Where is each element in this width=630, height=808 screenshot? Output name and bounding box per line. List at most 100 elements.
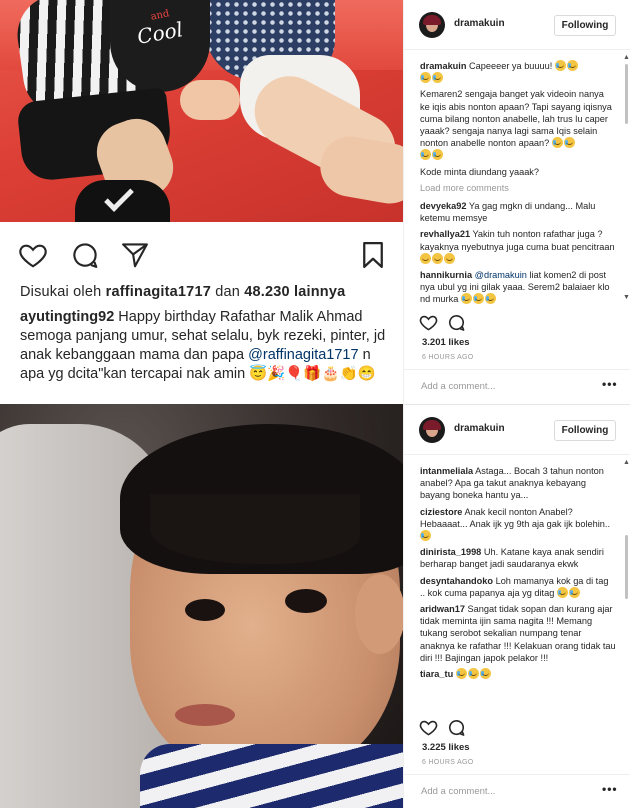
scroll-up-arrow-icon[interactable]: ▲ (623, 459, 630, 466)
comment-username[interactable]: intanmeliala (420, 466, 473, 476)
mouth-shape (175, 704, 235, 726)
comment-text: Kemaren2 sengaja banget yak videoin nany… (420, 89, 612, 149)
ear-shape (355, 574, 403, 654)
likes-count[interactable]: 3.201 likes (422, 337, 470, 348)
more-options-icon[interactable]: ••• (602, 377, 618, 391)
list-item: tiara_tu (420, 668, 616, 680)
striped-shirt-shape (140, 744, 403, 808)
liked-count-link[interactable]: 48.230 lainnya (244, 284, 345, 300)
comment-mention[interactable]: @dramakuin (475, 270, 527, 280)
post-time: 6 HOURS AGO (422, 759, 474, 766)
heart-icon[interactable] (419, 718, 438, 737)
panel-username[interactable]: dramakuin (454, 423, 505, 434)
comment-list[interactable]: dramakuin Capeeeer ya buuuu! Kemaren2 se… (420, 60, 616, 310)
heart-icon[interactable] (18, 240, 48, 270)
comments-panel-bottom: dramakuin Following intanmeliala Astaga.… (403, 404, 630, 808)
scroll-down-arrow-icon[interactable]: ▼ (623, 294, 630, 301)
load-more-comments-link[interactable]: Load more comments (420, 182, 616, 194)
likes-count[interactable]: 3.225 likes (422, 742, 470, 753)
comment-text: Kode minta diundang yaaak? (420, 166, 540, 177)
comment-username[interactable]: hannikurnia (420, 270, 472, 280)
panel-action-bar (419, 718, 619, 738)
fringe-shape (150, 494, 360, 564)
comments-panel-top: dramakuin Following dramakuin Capeeeer y… (403, 0, 630, 404)
post-photo-bottom (0, 404, 403, 808)
comment-list[interactable]: intanmeliala Astaga... Bocah 3 tahun non… (420, 465, 616, 684)
grin-emoji-icon (444, 252, 455, 264)
crying-laugh-emoji-icon (432, 149, 443, 161)
crying-laugh-emoji-icon (420, 530, 431, 542)
hand-shape (180, 80, 240, 120)
comment-icon[interactable] (70, 240, 100, 270)
caption-mention[interactable]: @raffinagita1717 (248, 347, 358, 363)
crying-laugh-emoji-icon (551, 137, 563, 149)
share-icon[interactable] (120, 240, 150, 270)
avatar[interactable] (419, 417, 445, 443)
list-item: dinirista_1998 Uh. Katane kaya anak send… (420, 546, 616, 570)
crying-laugh-emoji-icon (556, 586, 568, 598)
crying-laugh-emoji-icon (420, 149, 431, 161)
crying-laugh-emoji-icon (432, 72, 443, 84)
eye-shape (185, 599, 225, 621)
crying-laugh-emoji-icon (472, 293, 484, 305)
crying-laugh-emoji-icon (420, 72, 431, 84)
heart-icon[interactable] (419, 313, 438, 332)
scrollbar[interactable] (625, 535, 628, 599)
left-post-body: Disukai oleh raffinagita1717 dan 48.230 … (0, 222, 403, 404)
add-comment-input[interactable]: Add a comment... (421, 381, 495, 392)
liked-user-link[interactable]: raffinagita1717 (106, 284, 211, 300)
caption-username[interactable]: ayutingting92 (20, 309, 114, 325)
comment-username[interactable]: tiara_tu (420, 669, 453, 679)
list-item: hannikurnia @dramakuin liat komen2 di po… (420, 269, 616, 306)
comment-username[interactable]: dramakuin (420, 61, 466, 71)
list-item: ciziestore Anak kecil nonton Anabel? Heb… (420, 506, 616, 543)
comment-username[interactable]: dinirista_1998 (420, 547, 481, 557)
comment-icon[interactable] (447, 718, 466, 737)
panel-username[interactable]: dramakuin (454, 18, 505, 29)
crying-laugh-emoji-icon (460, 293, 472, 305)
bookmark-icon[interactable] (358, 240, 388, 270)
eye-shape (285, 589, 327, 613)
crying-laugh-emoji-icon (566, 60, 578, 71)
crying-laugh-emoji-icon (554, 60, 566, 71)
panel-action-bar (419, 313, 619, 333)
bib-shape: and Cool (110, 0, 210, 92)
post-time: 6 HOURS AGO (422, 354, 474, 361)
scroll-up-arrow-icon[interactable]: ▲ (623, 54, 630, 61)
crying-laugh-emoji-icon (455, 668, 467, 680)
post-caption: ayutingting92 Happy birthday Rafathar Ma… (20, 308, 390, 384)
list-item: aridwan17 Sangat tidak sopan dan kurang … (420, 603, 616, 664)
add-comment-input[interactable]: Add a comment... (421, 786, 495, 797)
add-comment-bar: Add a comment... ••• (404, 369, 630, 403)
panel-header: dramakuin Following (404, 0, 630, 50)
scrollbar[interactable] (625, 64, 628, 124)
crying-laugh-emoji-icon (568, 586, 580, 598)
comment-username[interactable]: desyntahandoko (420, 576, 493, 586)
following-button[interactable]: Following (554, 420, 616, 441)
liked-by-line: Disukai oleh raffinagita1717 dan 48.230 … (20, 284, 345, 300)
grin-emoji-icon (420, 252, 431, 264)
crying-laugh-emoji-icon (563, 137, 575, 149)
comment-text: Capeeeer ya buuuu! (469, 61, 553, 71)
post-action-bar (18, 240, 388, 272)
more-options-icon[interactable]: ••• (602, 782, 618, 796)
list-item: Kemaren2 sengaja banget yak videoin nany… (420, 88, 616, 161)
list-item: devyeka92 Ya gag mgkn di undang... Malu … (420, 200, 616, 224)
comment-username[interactable]: revhallya21 (420, 229, 470, 239)
comment-username[interactable]: devyeka92 (420, 201, 467, 211)
comment-username[interactable]: aridwan17 (420, 604, 465, 614)
caption-emojis: 😇🎉🎈🎁🎂👏😁 (249, 366, 376, 382)
panel-header: dramakuin Following (404, 405, 630, 455)
add-comment-bar: Add a comment... ••• (404, 774, 630, 808)
following-button[interactable]: Following (554, 15, 616, 36)
list-item: intanmeliala Astaga... Bocah 3 tahun non… (420, 465, 616, 502)
liked-prefix: Disukai oleh (20, 284, 106, 300)
comment-username[interactable]: ciziestore (420, 507, 462, 517)
post-photo-top: and Cool (0, 0, 403, 222)
list-item: dramakuin Capeeeer ya buuuu! (420, 60, 616, 84)
crying-laugh-emoji-icon (467, 668, 479, 680)
avatar[interactable] (419, 12, 445, 38)
liked-and: dan (210, 284, 245, 300)
comment-icon[interactable] (447, 313, 466, 332)
list-item: desyntahandoko Loh mamanya kok ga di tag… (420, 575, 616, 599)
